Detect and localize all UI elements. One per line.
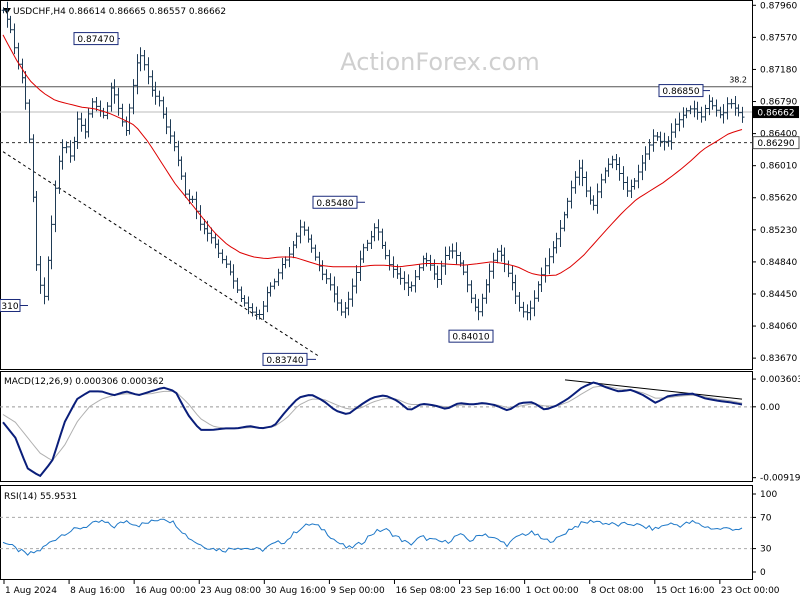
annotation-label: 310	[1, 302, 18, 312]
macd-axis: 0.003603 0.00 -0.009198	[752, 375, 800, 484]
annotation-label: 0.83740	[266, 356, 303, 366]
price-tick-label: 0.84840	[760, 258, 797, 268]
time-tick-label: 8 Aug 16:00	[70, 586, 125, 596]
price-tick-label: 0.87180	[760, 65, 797, 75]
time-tick-label: 23 Aug 08:00	[200, 586, 261, 596]
rsi-axis: 100 70 30 0	[752, 490, 777, 578]
rsi-tick-label: 70	[760, 513, 772, 523]
time-tick-label: 23 Sep 16:00	[461, 586, 521, 596]
rsi-title: RSI(14) 55.9531	[4, 492, 77, 502]
time-tick-label: 30 Aug 16:00	[265, 586, 326, 596]
price-tick-label: 0.87570	[760, 33, 797, 43]
time-tick-label: 1 Oct 00:00	[526, 586, 579, 596]
level-price-label: 0.86290	[757, 139, 794, 149]
rsi-tick-label: 100	[760, 490, 777, 500]
time-tick-label: 9 Sep 00:00	[330, 586, 385, 596]
price-tick-label: 0.86010	[760, 162, 797, 172]
annotation-label: 0.86850	[662, 87, 699, 97]
rsi-tick-label: 30	[760, 545, 772, 555]
time-tick-label: 23 Oct 00:00	[721, 586, 780, 596]
macd-tick-label: 0.00	[760, 403, 780, 413]
price-tick-label: 0.87960	[760, 1, 797, 11]
time-tick-label: 16 Sep 08:00	[395, 586, 455, 596]
price-tick-label: 0.83670	[760, 354, 797, 364]
time-axis: 1 Aug 2024 8 Aug 16:00 16 Aug 00:00 23 Aug …	[3, 580, 780, 596]
rsi-panel-frame	[0, 485, 753, 580]
fib-label: 38.2	[729, 76, 747, 85]
price-tick-label: 0.85230	[760, 226, 797, 236]
annotation-label: 0.84010	[452, 333, 489, 343]
macd-tick-label: 0.003603	[760, 375, 800, 385]
time-tick-label: 8 Oct 08:00	[591, 586, 644, 596]
macd-tick-label: -0.009198	[760, 474, 800, 484]
price-tick-label: 0.84060	[760, 322, 797, 332]
chart-root: ActionForex.com USDCHF,H4 0.86614 0.8666…	[0, 0, 800, 600]
chart-svg: ActionForex.com USDCHF,H4 0.86614 0.8666…	[0, 0, 800, 596]
rsi-tick-label: 0	[760, 568, 766, 578]
time-tick-label: 1 Aug 2024	[5, 586, 57, 596]
annotation-label: 0.85480	[316, 199, 353, 209]
price-tick-label: 0.85620	[760, 194, 797, 204]
price-axis: 0.879600.875700.871800.867900.864000.860…	[752, 1, 800, 364]
price-tick-label: 0.86790	[760, 98, 797, 108]
time-tick-label: 16 Aug 00:00	[135, 586, 196, 596]
current-price-label: 0.86662	[757, 109, 794, 119]
annotation-label: 0.87470	[77, 35, 114, 45]
macd-title: MACD(12,26,9) 0.000306 0.000362	[4, 377, 164, 387]
symbol-header: USDCHF,H4 0.86614 0.86665 0.86557 0.8666…	[13, 7, 226, 17]
time-tick-label: 15 Oct 16:00	[656, 586, 715, 596]
price-tick-label: 0.84450	[760, 290, 797, 300]
watermark-text: ActionForex.com	[340, 48, 540, 76]
